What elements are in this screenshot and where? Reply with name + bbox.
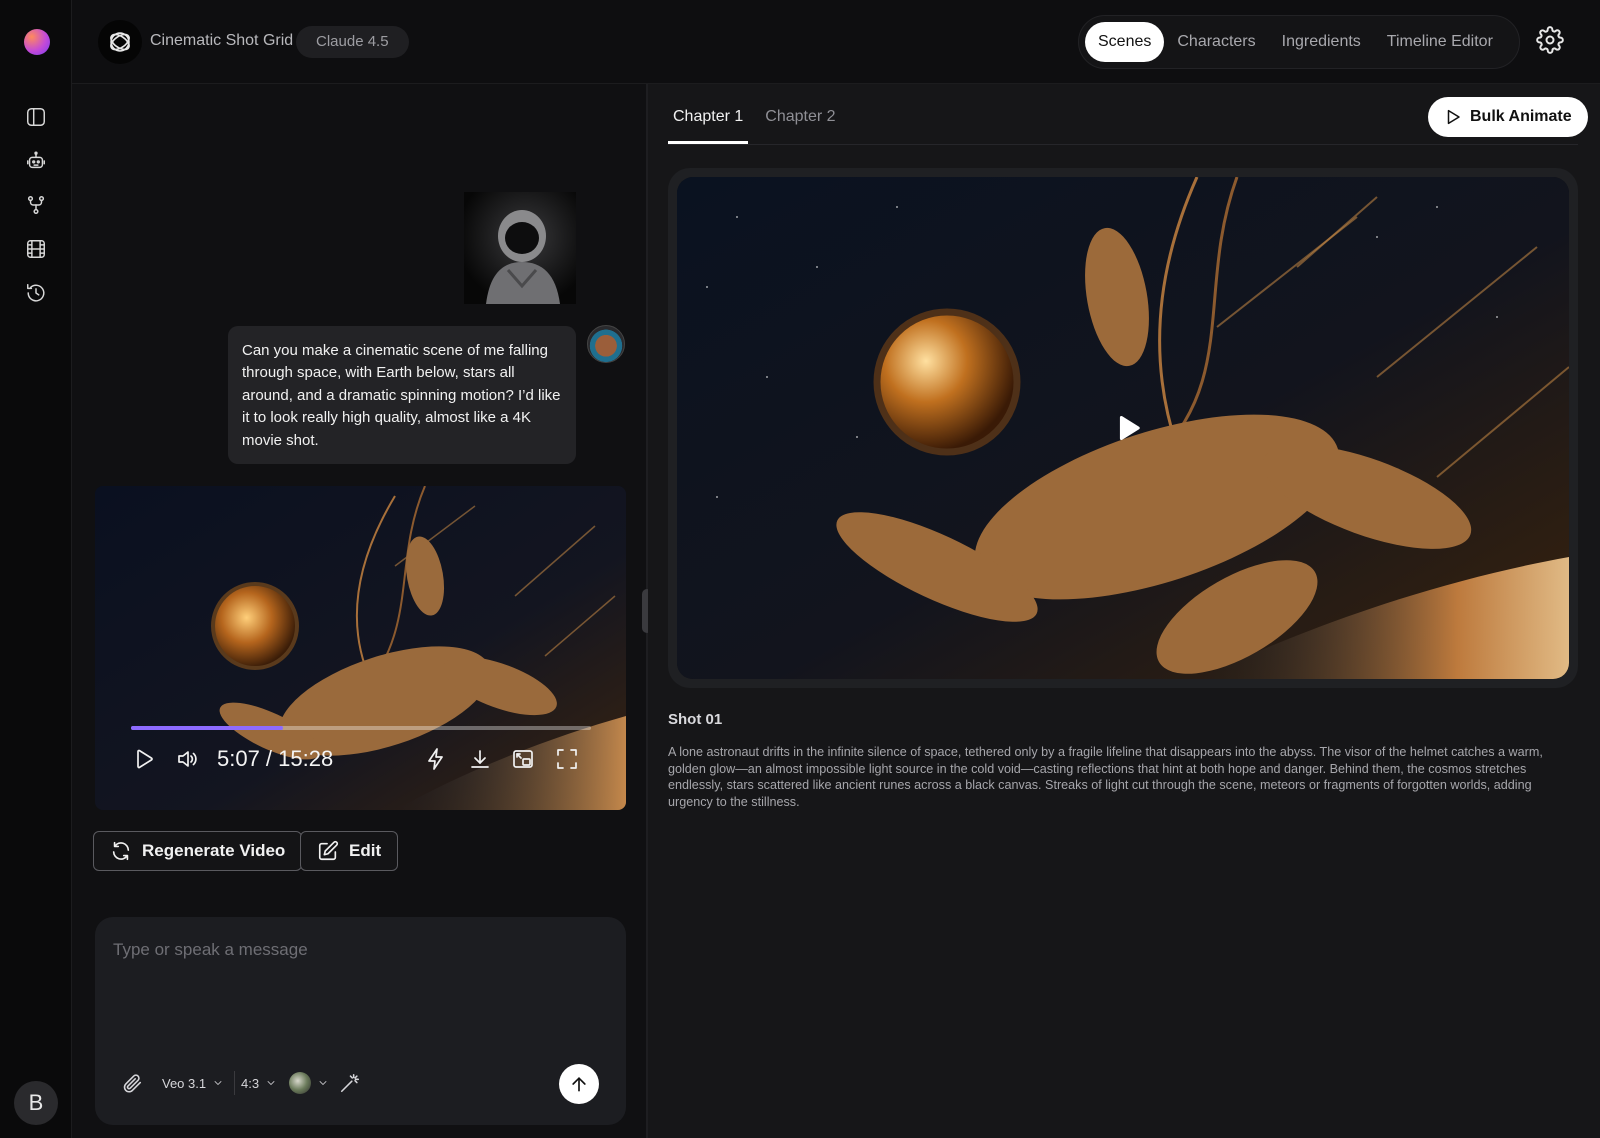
fullscreen-icon[interactable] <box>552 744 582 774</box>
scenes-panel: Chapter 1 Chapter 2 Bulk Animate Shot 01… <box>648 84 1600 1138</box>
user-avatar-image <box>587 325 625 363</box>
shot-preview[interactable] <box>677 177 1569 679</box>
user-message-bubble: Can you make a cinematic scene of me fal… <box>228 326 576 464</box>
character-thumbnail <box>289 1072 311 1094</box>
chevron-down-icon <box>319 1081 327 1085</box>
user-avatar[interactable]: B <box>14 1081 58 1125</box>
gear-icon[interactable] <box>1536 26 1568 58</box>
reference-image-thumbnail[interactable] <box>464 192 576 304</box>
arrow-up-icon <box>572 1077 586 1092</box>
model-badge[interactable]: Claude 4.5 <box>296 26 409 58</box>
video-player[interactable]: 5:07 / 15:28 <box>95 486 626 810</box>
tab-scenes[interactable]: Scenes <box>1085 22 1165 62</box>
refresh-icon <box>112 841 130 861</box>
model-selector-value: Veo 3.1 <box>162 1075 207 1091</box>
main-nav-tabs: Scenes Characters Ingredients Timeline E… <box>1078 15 1520 69</box>
picture-in-picture-icon[interactable] <box>508 744 538 774</box>
shot-title: Shot 01 <box>668 711 723 728</box>
tab-timeline-editor[interactable]: Timeline Editor <box>1374 22 1506 62</box>
play-icon[interactable] <box>1110 411 1144 445</box>
left-rail: B <box>0 0 72 1138</box>
bulk-animate-label: Bulk Animate <box>1470 108 1572 125</box>
edit-icon <box>318 840 339 861</box>
edit-label: Edit <box>349 841 382 860</box>
aspect-ratio-selector[interactable]: 4:3 <box>241 1068 277 1098</box>
model-selector[interactable]: Veo 3.1 <box>162 1068 224 1098</box>
chat-panel: Can you make a cinematic scene of me fal… <box>72 84 646 1138</box>
toolbar-divider <box>234 1071 235 1095</box>
chevron-down-icon <box>214 1081 222 1085</box>
app-root: B Cinematic Shot Grid Claude 4.5 Scenes … <box>0 0 1600 1138</box>
download-icon[interactable] <box>465 744 495 774</box>
tab-characters[interactable]: Characters <box>1164 22 1268 62</box>
video-progress-bar[interactable] <box>131 726 591 730</box>
user-initial: B <box>28 1090 44 1115</box>
shot-preview-card <box>668 168 1578 688</box>
attach-icon[interactable] <box>121 1068 143 1098</box>
app-title: Cinematic Shot Grid <box>150 32 294 49</box>
edit-button[interactable]: Edit <box>300 831 399 871</box>
play-icon[interactable] <box>128 744 158 774</box>
aspect-ratio-value: 4:3 <box>241 1075 260 1091</box>
top-header: Cinematic Shot Grid Claude 4.5 Scenes Ch… <box>72 0 1600 84</box>
branch-icon[interactable] <box>20 189 52 221</box>
bulk-animate-button[interactable]: Bulk Animate <box>1428 97 1588 137</box>
play-outline-icon <box>1447 109 1460 125</box>
message-input[interactable] <box>113 935 603 965</box>
robot-icon[interactable] <box>20 145 52 177</box>
tabs-divider <box>668 144 1578 145</box>
video-timestamp: 5:07 / 15:28 <box>217 746 334 771</box>
magic-wand-icon[interactable] <box>339 1068 361 1098</box>
chapter-tabs: Chapter 1 Chapter 2 <box>668 102 853 144</box>
character-selector[interactable] <box>289 1068 329 1098</box>
history-icon[interactable] <box>20 277 52 309</box>
user-message-text: Can you make a cinematic scene of me fal… <box>242 342 561 449</box>
regenerate-video-button[interactable]: Regenerate Video <box>93 831 303 871</box>
tab-ingredients[interactable]: Ingredients <box>1269 22 1374 62</box>
message-composer: Veo 3.1 4:3 <box>95 917 626 1125</box>
panel-toggle-icon[interactable] <box>20 101 52 133</box>
brand-logo[interactable] <box>24 29 50 55</box>
app-logo-icon[interactable] <box>98 20 142 64</box>
tab-chapter-1[interactable]: Chapter 1 <box>668 102 749 144</box>
film-icon[interactable] <box>20 233 52 265</box>
shot-description: A lone astronaut drifts in the infinite … <box>668 745 1543 809</box>
send-button[interactable] <box>559 1064 599 1104</box>
volume-icon[interactable] <box>172 744 202 774</box>
video-progress-fill <box>131 726 283 730</box>
regenerate-video-label: Regenerate Video <box>142 841 286 860</box>
tab-chapter-2[interactable]: Chapter 2 <box>760 102 840 144</box>
chevron-down-icon <box>267 1081 275 1085</box>
lightning-icon[interactable] <box>421 744 451 774</box>
